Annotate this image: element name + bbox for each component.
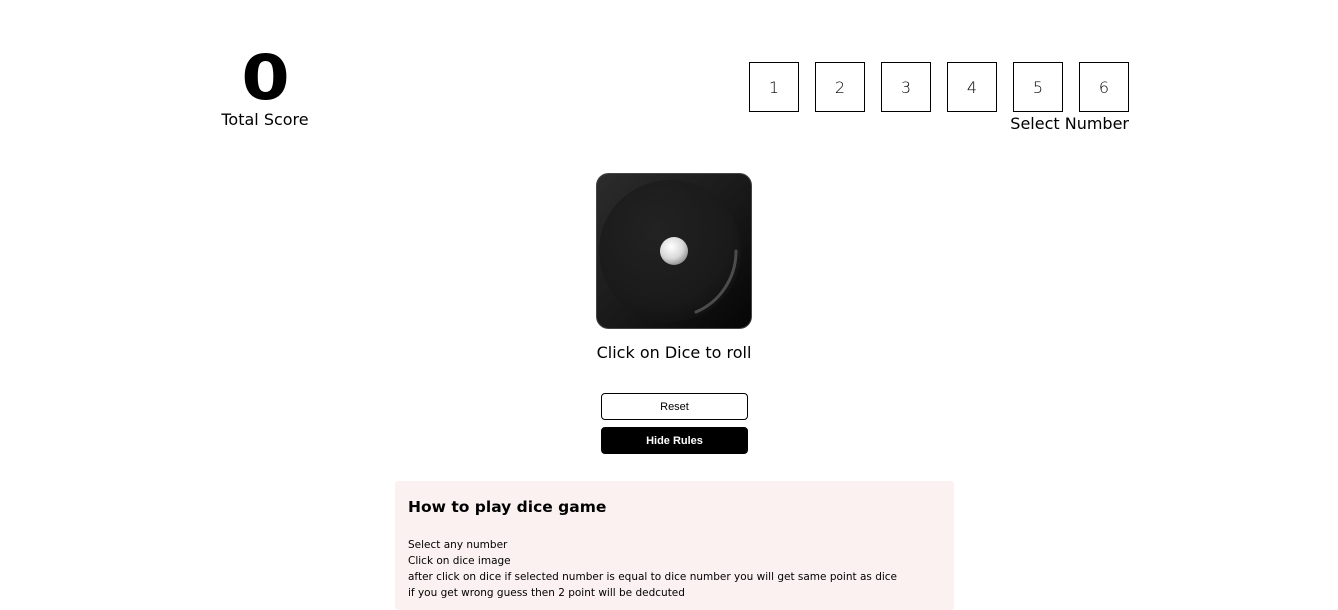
hide-rules-button[interactable]: Hide Rules [601,427,748,454]
number-option-2[interactable]: 2 [815,62,865,112]
score-panel: 0 Total Score [219,44,311,130]
number-option-4[interactable]: 4 [947,62,997,112]
rules-title: How to play dice game [408,498,607,516]
reset-button[interactable]: Reset [601,393,748,420]
rules-line: after click on dice if selected number i… [408,571,898,583]
number-option-1[interactable]: 1 [749,62,799,112]
dice-game-page: 0 Total Score 1 2 3 4 5 6 Select Number [0,0,1338,610]
dice-face-one-icon [596,173,752,329]
number-selector: 1 2 3 4 5 6 [749,62,1129,112]
number-option-6[interactable]: 6 [1079,62,1129,112]
select-number-label: Select Number [1010,114,1129,133]
dice-image[interactable] [596,173,752,329]
rules-line: Select any number [408,539,508,551]
rules-line: if you get wrong guess then 2 point will… [408,587,685,599]
rules-line: Click on dice image [408,555,511,567]
dice-instruction: Click on Dice to roll [596,343,752,362]
number-option-3[interactable]: 3 [881,62,931,112]
total-score-value: 0 [241,41,289,114]
rules-panel: How to play dice game Select any number … [395,481,954,610]
number-option-5[interactable]: 5 [1013,62,1063,112]
